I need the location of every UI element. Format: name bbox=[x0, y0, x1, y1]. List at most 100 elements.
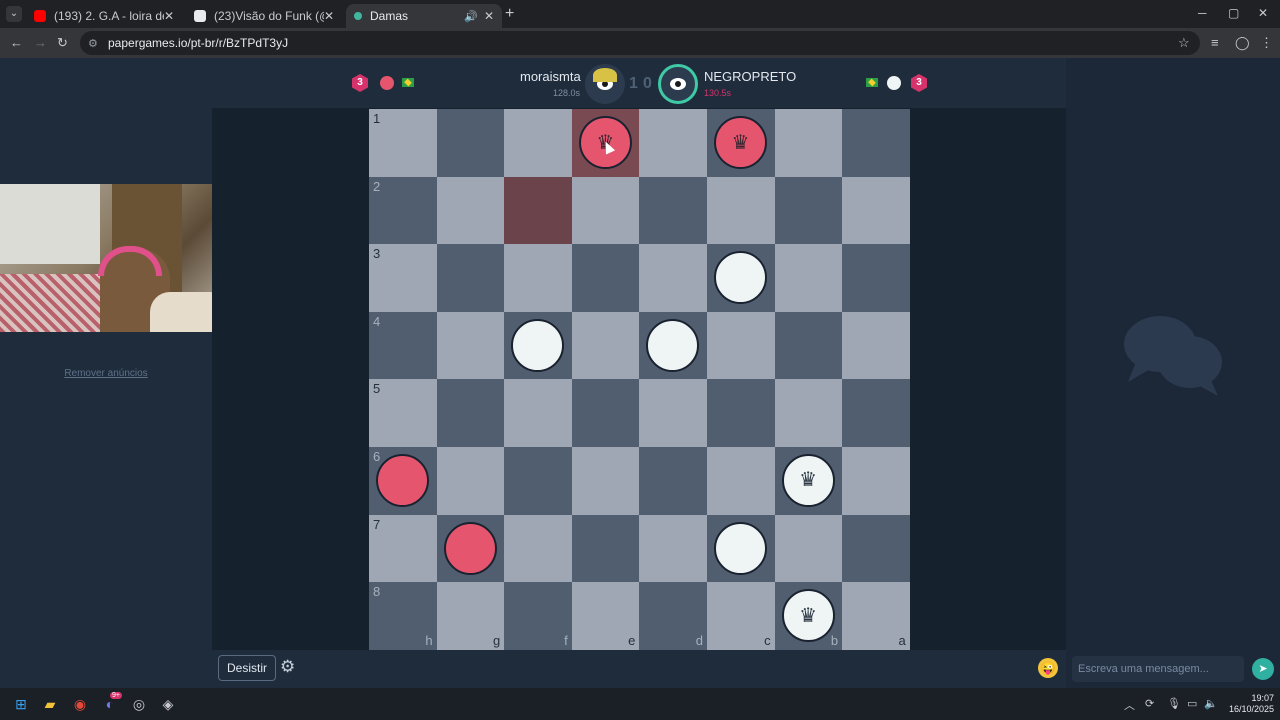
board-square[interactable] bbox=[639, 109, 707, 177]
file-explorer-icon[interactable]: ▰ bbox=[42, 696, 58, 712]
white-king[interactable]: ♛ bbox=[781, 589, 835, 643]
close-window-button[interactable]: ✕ bbox=[1258, 6, 1268, 20]
board-square[interactable] bbox=[504, 244, 572, 312]
board-square[interactable] bbox=[639, 514, 707, 583]
board-square[interactable]: g bbox=[436, 582, 505, 650]
close-icon[interactable]: ✕ bbox=[484, 9, 494, 23]
board-square[interactable]: 6 bbox=[369, 446, 437, 515]
board-square[interactable] bbox=[436, 446, 505, 515]
reload-icon[interactable]: ↻ bbox=[57, 35, 68, 51]
board-square[interactable] bbox=[436, 311, 505, 380]
bookmark-star-icon[interactable]: ☆ bbox=[1178, 35, 1190, 51]
board-square[interactable] bbox=[571, 379, 640, 447]
white-piece[interactable] bbox=[713, 521, 767, 575]
board-square[interactable]: 7 bbox=[369, 514, 437, 583]
board-square[interactable]: 5 bbox=[369, 379, 437, 447]
board-square[interactable] bbox=[504, 446, 572, 515]
board-square[interactable] bbox=[639, 379, 707, 447]
board-square[interactable] bbox=[842, 446, 910, 515]
board-square[interactable] bbox=[774, 176, 843, 245]
right-player-avatar[interactable] bbox=[658, 64, 698, 104]
board-square[interactable] bbox=[639, 176, 707, 245]
board-square[interactable]: 3 bbox=[369, 244, 437, 312]
board-square[interactable] bbox=[571, 311, 640, 380]
red-king[interactable]: ♛ bbox=[713, 116, 767, 169]
obs-icon[interactable]: ◎ bbox=[131, 696, 147, 712]
board-square[interactable]: ♛ bbox=[774, 446, 843, 515]
address-bar[interactable]: ⚙ papergames.io/pt-br/r/BzTPdT3yJ bbox=[80, 31, 1200, 55]
network-icon[interactable]: ▭ bbox=[1187, 697, 1197, 710]
remove-ads-link[interactable]: Remover anúncios bbox=[0, 368, 212, 379]
white-piece[interactable] bbox=[511, 318, 565, 372]
red-piece[interactable] bbox=[443, 521, 497, 575]
tab-tiktok[interactable]: (23)Visão do Funk (@visaodofu ✕ bbox=[186, 4, 342, 28]
board-square[interactable] bbox=[842, 379, 910, 447]
board-square[interactable] bbox=[706, 244, 775, 312]
board-square[interactable]: c bbox=[706, 582, 775, 650]
left-player-avatar[interactable] bbox=[585, 64, 625, 104]
white-piece[interactable] bbox=[713, 251, 767, 305]
forward-arrow-icon[interactable]: → bbox=[34, 35, 47, 50]
board-square[interactable] bbox=[436, 176, 505, 245]
steam-icon[interactable]: ◈ bbox=[160, 696, 176, 712]
tray-overflow-icon[interactable]: ︿ bbox=[1124, 697, 1135, 713]
board-square[interactable] bbox=[774, 379, 843, 447]
white-piece[interactable] bbox=[646, 318, 700, 372]
board-square[interactable]: 2 bbox=[369, 176, 437, 245]
microphone-icon[interactable]: 🎙 bbox=[1167, 697, 1181, 710]
board-square[interactable] bbox=[571, 244, 640, 312]
chat-message-input[interactable]: Escreva uma mensagem... bbox=[1072, 656, 1244, 682]
board-square[interactable] bbox=[706, 176, 775, 245]
board-square[interactable] bbox=[774, 244, 843, 312]
board-square[interactable] bbox=[842, 244, 910, 312]
board-square[interactable] bbox=[436, 109, 505, 177]
board-square[interactable] bbox=[504, 176, 572, 245]
board-square[interactable] bbox=[436, 244, 505, 312]
board-square[interactable] bbox=[436, 514, 505, 583]
send-icon[interactable]: ➤ bbox=[1252, 658, 1274, 680]
board-square[interactable]: ♛ bbox=[706, 109, 775, 177]
sync-icon[interactable]: ⟳ bbox=[1145, 697, 1154, 710]
resign-button[interactable]: Desistir bbox=[218, 655, 277, 681]
board-square[interactable] bbox=[571, 514, 640, 583]
board-square[interactable]: 4 bbox=[369, 311, 437, 380]
volume-icon[interactable]: 🔈 bbox=[1204, 697, 1218, 710]
board-square[interactable]: a bbox=[842, 582, 910, 650]
maximize-button[interactable]: ▢ bbox=[1228, 6, 1239, 20]
menu-kebab-icon[interactable]: ⋮ bbox=[1260, 35, 1273, 51]
close-icon[interactable]: ✕ bbox=[164, 9, 174, 23]
board-square[interactable] bbox=[706, 514, 775, 583]
board-square[interactable] bbox=[842, 514, 910, 583]
new-tab-button[interactable]: + bbox=[505, 5, 514, 23]
board-square[interactable] bbox=[774, 109, 843, 177]
tab-youtube[interactable]: (193) 2. G.A - loira de medicina ✕ bbox=[26, 4, 182, 28]
minimize-button[interactable]: ─ bbox=[1198, 6, 1207, 20]
board-square[interactable] bbox=[504, 379, 572, 447]
gear-icon[interactable]: ⚙ bbox=[280, 657, 295, 677]
board-square[interactable] bbox=[571, 176, 640, 245]
board-square[interactable] bbox=[504, 311, 572, 380]
white-king[interactable]: ♛ bbox=[781, 453, 835, 507]
board-square[interactable] bbox=[706, 379, 775, 447]
media-control-icon[interactable]: ≡ bbox=[1211, 35, 1219, 50]
tab-search-button[interactable]: ⌄ bbox=[6, 6, 22, 22]
site-info-icon[interactable]: ⚙ bbox=[88, 37, 102, 50]
board-square[interactable] bbox=[774, 311, 843, 380]
checkers-board[interactable]: 1 ♛ ♛ 2 3 4 5 6 ♛ 7 8 h g f e d c b ♛ a bbox=[369, 109, 910, 650]
close-icon[interactable]: ✕ bbox=[324, 9, 334, 23]
speaker-icon[interactable]: 🔊 bbox=[464, 10, 478, 23]
board-square[interactable]: e bbox=[571, 582, 640, 650]
board-square[interactable] bbox=[639, 244, 707, 312]
chrome-icon[interactable]: ◉ bbox=[72, 696, 88, 712]
board-square[interactable] bbox=[842, 176, 910, 245]
board-square[interactable] bbox=[706, 446, 775, 515]
board-square[interactable] bbox=[639, 446, 707, 515]
red-piece[interactable] bbox=[376, 453, 429, 507]
board-square[interactable] bbox=[842, 311, 910, 380]
board-square[interactable] bbox=[436, 379, 505, 447]
board-square[interactable]: 8h bbox=[369, 582, 437, 650]
board-square[interactable] bbox=[504, 514, 572, 583]
board-square[interactable] bbox=[842, 109, 910, 177]
emoji-button[interactable]: 😜 bbox=[1038, 658, 1058, 678]
board-square[interactable]: f bbox=[504, 582, 572, 650]
